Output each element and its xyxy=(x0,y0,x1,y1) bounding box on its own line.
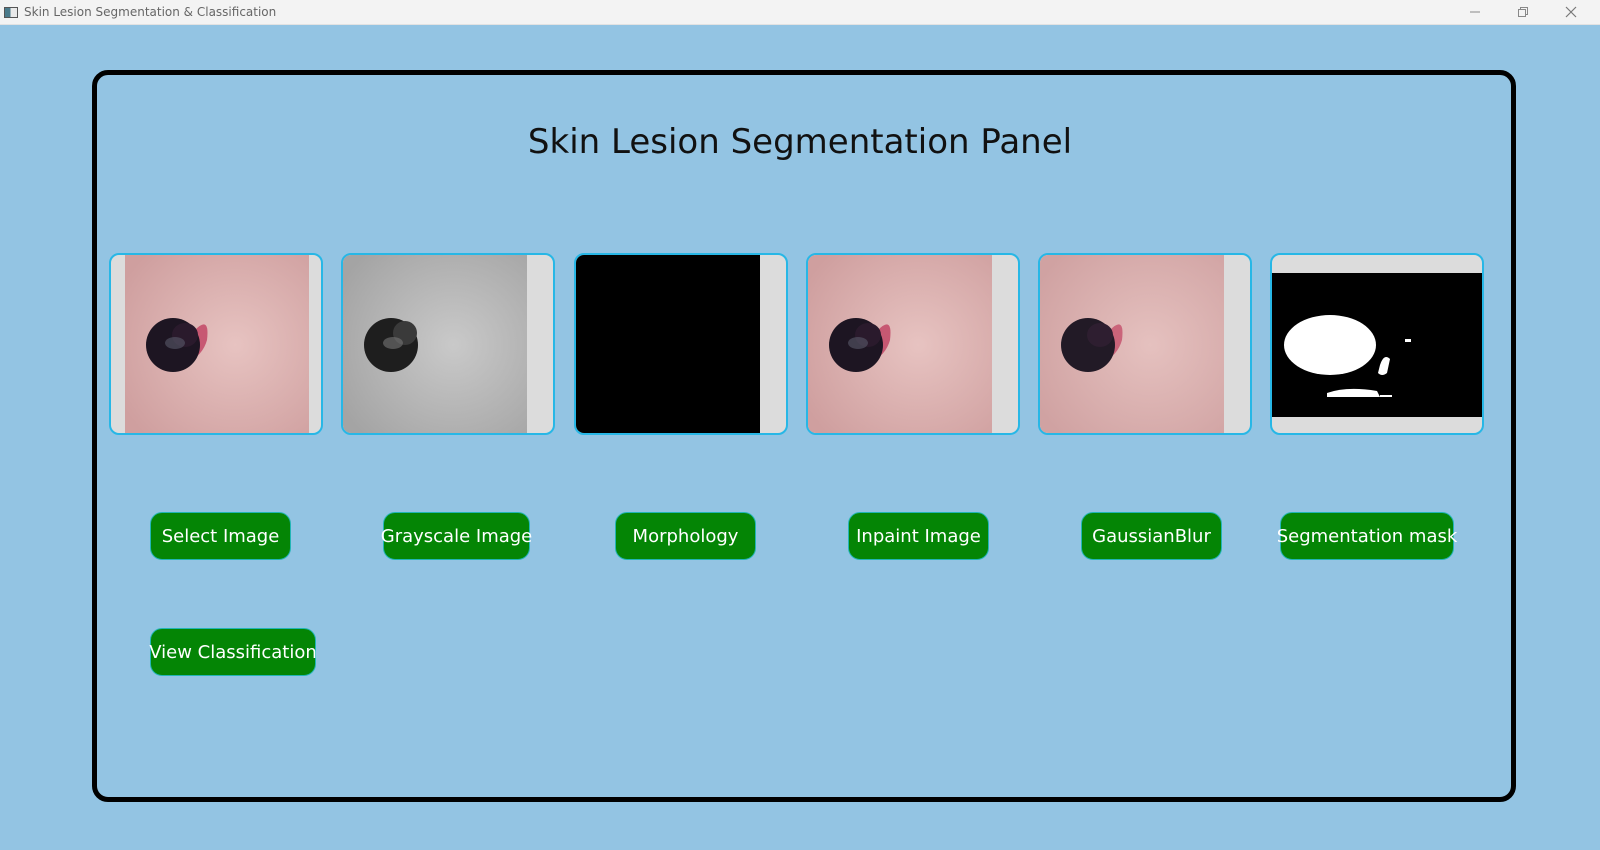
restore-button[interactable] xyxy=(1500,0,1546,24)
app-icon xyxy=(4,6,18,18)
inpaint-image-frame xyxy=(806,253,1020,435)
window-titlebar: Skin Lesion Segmentation & Classificatio… xyxy=(0,0,1600,25)
panel-title: Skin Lesion Segmentation Panel xyxy=(527,122,1073,160)
close-icon xyxy=(1565,6,1577,18)
morphology-button[interactable]: Morphology xyxy=(615,512,756,560)
grayscale-image-frame xyxy=(341,253,555,435)
skin-lesion-inpainted-image xyxy=(808,255,992,433)
skin-lesion-blurred-image xyxy=(1040,255,1224,433)
close-button[interactable] xyxy=(1548,0,1594,24)
skin-lesion-color-image xyxy=(125,255,309,433)
main-panel xyxy=(92,70,1516,802)
original-image-frame xyxy=(109,253,323,435)
restore-icon xyxy=(1518,7,1528,17)
gaussianblur-image-frame xyxy=(1038,253,1252,435)
select-image-button[interactable]: Select Image xyxy=(150,512,291,560)
segmentation-mask-button[interactable]: Segmentation mask xyxy=(1277,512,1457,560)
morphology-image-frame xyxy=(574,253,788,435)
minimize-icon xyxy=(1470,11,1480,13)
skin-lesion-grayscale-image xyxy=(343,255,527,433)
window-title: Skin Lesion Segmentation & Classificatio… xyxy=(24,5,277,19)
binary-mask-image xyxy=(1272,273,1482,417)
view-classification-button[interactable]: View Classification xyxy=(149,628,317,676)
black-morphology-image xyxy=(576,255,760,433)
grayscale-image-button[interactable]: Grayscale Image xyxy=(381,512,532,560)
inpaint-image-button[interactable]: Inpaint Image xyxy=(848,512,989,560)
minimize-button[interactable] xyxy=(1452,0,1498,24)
segmentation-mask-image-frame xyxy=(1270,253,1484,435)
gaussian-blur-button[interactable]: GaussianBlur xyxy=(1081,512,1222,560)
